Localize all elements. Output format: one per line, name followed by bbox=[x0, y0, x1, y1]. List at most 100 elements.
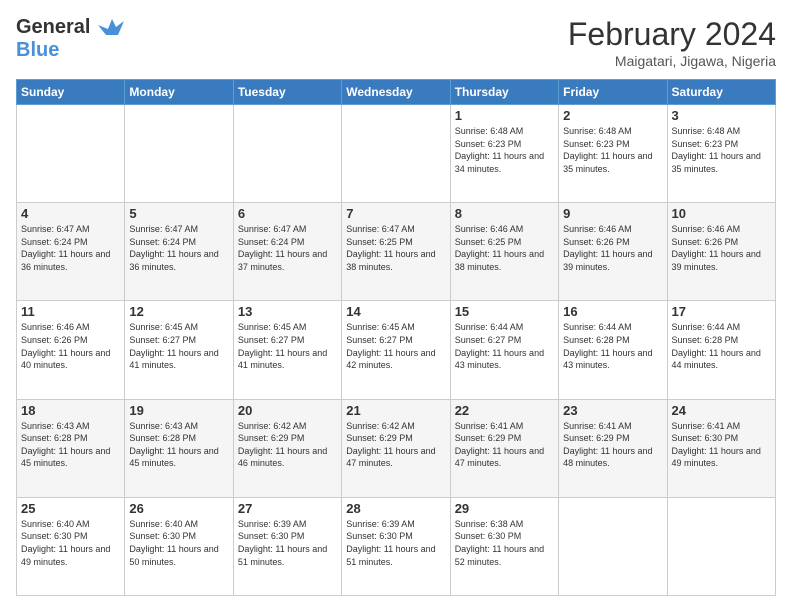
col-monday: Monday bbox=[125, 80, 233, 105]
table-row: 29Sunrise: 6:38 AM Sunset: 6:30 PM Dayli… bbox=[450, 497, 558, 595]
day-info: Sunrise: 6:41 AM Sunset: 6:29 PM Dayligh… bbox=[455, 420, 554, 470]
col-friday: Friday bbox=[559, 80, 667, 105]
table-row: 10 Sunrise: 6:46 AM Sunset: 6:26 PM Dayli… bbox=[667, 203, 775, 301]
day-number: 13 bbox=[238, 304, 337, 319]
day-info: Sunrise: 6:44 AM Sunset: 6:28 PM Dayligh… bbox=[672, 321, 771, 371]
table-row: 16 Sunrise: 6:44 AM Sunset: 6:28 PM Dayli… bbox=[559, 301, 667, 399]
calendar-week-row: 4 Sunrise: 6:47 AM Sunset: 6:24 PM Daylig… bbox=[17, 203, 776, 301]
logo: General Blue bbox=[16, 16, 124, 62]
col-wednesday: Wednesday bbox=[342, 80, 450, 105]
day-info: Sunrise: 6:48 AM Sunset: 6:23 PM Dayligh… bbox=[455, 125, 554, 175]
day-info: Sunrise: 6:43 AM Sunset: 6:28 PM Dayligh… bbox=[21, 420, 120, 470]
day-info: Sunrise: 6:45 AM Sunset: 6:27 PM Dayligh… bbox=[346, 321, 445, 371]
calendar-week-row: 18Sunrise: 6:43 AM Sunset: 6:28 PM Dayli… bbox=[17, 399, 776, 497]
day-number: 3 bbox=[672, 108, 771, 123]
calendar-week-row: 25 Sunrise: 6:40 AM Sunset: 6:30 PM Dayli… bbox=[17, 497, 776, 595]
col-saturday: Saturday bbox=[667, 80, 775, 105]
day-info: Sunrise: 6:39 AM Sunset: 6:30 PM Dayligh… bbox=[346, 518, 445, 568]
month-title: February 2024 bbox=[568, 16, 776, 53]
day-number: 17 bbox=[672, 304, 771, 319]
day-number: 21 bbox=[346, 403, 445, 418]
day-number: 7 bbox=[346, 206, 445, 221]
day-info: Sunrise: 6:41 AM Sunset: 6:29 PM Dayligh… bbox=[563, 420, 662, 470]
table-row: 24 Sunrise: 6:41 AM Sunset: 6:30 PM Dayli… bbox=[667, 399, 775, 497]
title-block: February 2024 Maigatari, Jigawa, Nigeria bbox=[568, 16, 776, 69]
calendar-week-row: 11 Sunrise: 6:46 AM Sunset: 6:26 PM Dayli… bbox=[17, 301, 776, 399]
day-number: 11 bbox=[21, 304, 120, 319]
day-info: Sunrise: 6:39 AM Sunset: 6:30 PM Dayligh… bbox=[238, 518, 337, 568]
table-row: 28Sunrise: 6:39 AM Sunset: 6:30 PM Dayli… bbox=[342, 497, 450, 595]
table-row bbox=[559, 497, 667, 595]
day-info: Sunrise: 6:48 AM Sunset: 6:23 PM Dayligh… bbox=[563, 125, 662, 175]
table-row bbox=[342, 105, 450, 203]
day-info: Sunrise: 6:46 AM Sunset: 6:26 PM Dayligh… bbox=[21, 321, 120, 371]
logo-line2: Blue bbox=[16, 39, 124, 62]
table-row: 13 Sunrise: 6:45 AM Sunset: 6:27 PM Dayli… bbox=[233, 301, 341, 399]
table-row: 6 Sunrise: 6:47 AM Sunset: 6:24 PM Daylig… bbox=[233, 203, 341, 301]
table-row: 26 Sunrise: 6:40 AM Sunset: 6:30 PM Dayli… bbox=[125, 497, 233, 595]
table-row: 8Sunrise: 6:46 AM Sunset: 6:25 PM Daylig… bbox=[450, 203, 558, 301]
table-row: 22 Sunrise: 6:41 AM Sunset: 6:29 PM Dayli… bbox=[450, 399, 558, 497]
day-info: Sunrise: 6:47 AM Sunset: 6:24 PM Dayligh… bbox=[238, 223, 337, 273]
calendar-table: Sunday Monday Tuesday Wednesday Thursday… bbox=[16, 79, 776, 596]
day-info: Sunrise: 6:48 AM Sunset: 6:23 PM Dayligh… bbox=[672, 125, 771, 175]
table-row: 7 Sunrise: 6:47 AM Sunset: 6:25 PM Daylig… bbox=[342, 203, 450, 301]
table-row bbox=[17, 105, 125, 203]
table-row bbox=[125, 105, 233, 203]
day-info: Sunrise: 6:47 AM Sunset: 6:24 PM Dayligh… bbox=[21, 223, 120, 273]
day-number: 2 bbox=[563, 108, 662, 123]
calendar-header-row: Sunday Monday Tuesday Wednesday Thursday… bbox=[17, 80, 776, 105]
day-number: 15 bbox=[455, 304, 554, 319]
day-info: Sunrise: 6:47 AM Sunset: 6:25 PM Dayligh… bbox=[346, 223, 445, 273]
day-info: Sunrise: 6:46 AM Sunset: 6:26 PM Dayligh… bbox=[563, 223, 662, 273]
day-number: 9 bbox=[563, 206, 662, 221]
day-info: Sunrise: 6:45 AM Sunset: 6:27 PM Dayligh… bbox=[129, 321, 228, 371]
day-info: Sunrise: 6:46 AM Sunset: 6:26 PM Dayligh… bbox=[672, 223, 771, 273]
page: General Blue February 2024 Maigatari, Ji… bbox=[0, 0, 792, 612]
day-number: 10 bbox=[672, 206, 771, 221]
table-row: 27 Sunrise: 6:39 AM Sunset: 6:30 PM Dayli… bbox=[233, 497, 341, 595]
calendar-week-row: 1Sunrise: 6:48 AM Sunset: 6:23 PM Daylig… bbox=[17, 105, 776, 203]
day-info: Sunrise: 6:44 AM Sunset: 6:28 PM Dayligh… bbox=[563, 321, 662, 371]
table-row: 25Sunrise: 6:40 AM Sunset: 6:30 PM Dayli… bbox=[17, 497, 125, 595]
header: General Blue February 2024 Maigatari, Ji… bbox=[16, 16, 776, 69]
day-info: Sunrise: 6:38 AM Sunset: 6:30 PM Dayligh… bbox=[455, 518, 554, 568]
day-number: 4 bbox=[21, 206, 120, 221]
table-row: 9 Sunrise: 6:46 AM Sunset: 6:26 PM Daylig… bbox=[559, 203, 667, 301]
table-row bbox=[667, 497, 775, 595]
col-thursday: Thursday bbox=[450, 80, 558, 105]
table-row: 5Sunrise: 6:47 AM Sunset: 6:24 PM Daylig… bbox=[125, 203, 233, 301]
day-number: 24 bbox=[672, 403, 771, 418]
day-number: 22 bbox=[455, 403, 554, 418]
table-row: 23Sunrise: 6:41 AM Sunset: 6:29 PM Dayli… bbox=[559, 399, 667, 497]
day-number: 8 bbox=[455, 206, 554, 221]
table-row: 19Sunrise: 6:43 AM Sunset: 6:28 PM Dayli… bbox=[125, 399, 233, 497]
day-info: Sunrise: 6:45 AM Sunset: 6:27 PM Dayligh… bbox=[238, 321, 337, 371]
day-number: 6 bbox=[238, 206, 337, 221]
logo-line1: General bbox=[16, 16, 90, 38]
day-number: 27 bbox=[238, 501, 337, 516]
table-row: 11 Sunrise: 6:46 AM Sunset: 6:26 PM Dayli… bbox=[17, 301, 125, 399]
day-number: 25 bbox=[21, 501, 120, 516]
table-row: 2 Sunrise: 6:48 AM Sunset: 6:23 PM Daylig… bbox=[559, 105, 667, 203]
table-row bbox=[233, 105, 341, 203]
day-number: 26 bbox=[129, 501, 228, 516]
day-number: 19 bbox=[129, 403, 228, 418]
day-info: Sunrise: 6:42 AM Sunset: 6:29 PM Dayligh… bbox=[238, 420, 337, 470]
day-number: 14 bbox=[346, 304, 445, 319]
day-info: Sunrise: 6:40 AM Sunset: 6:30 PM Dayligh… bbox=[129, 518, 228, 568]
table-row: 18Sunrise: 6:43 AM Sunset: 6:28 PM Dayli… bbox=[17, 399, 125, 497]
table-row: 14 Sunrise: 6:45 AM Sunset: 6:27 PM Dayli… bbox=[342, 301, 450, 399]
day-info: Sunrise: 6:42 AM Sunset: 6:29 PM Dayligh… bbox=[346, 420, 445, 470]
day-number: 5 bbox=[129, 206, 228, 221]
location: Maigatari, Jigawa, Nigeria bbox=[568, 53, 776, 69]
day-info: Sunrise: 6:41 AM Sunset: 6:30 PM Dayligh… bbox=[672, 420, 771, 470]
col-tuesday: Tuesday bbox=[233, 80, 341, 105]
table-row: 1Sunrise: 6:48 AM Sunset: 6:23 PM Daylig… bbox=[450, 105, 558, 203]
table-row: 20Sunrise: 6:42 AM Sunset: 6:29 PM Dayli… bbox=[233, 399, 341, 497]
table-row: 3 Sunrise: 6:48 AM Sunset: 6:23 PM Daylig… bbox=[667, 105, 775, 203]
day-number: 12 bbox=[129, 304, 228, 319]
day-number: 16 bbox=[563, 304, 662, 319]
table-row: 15Sunrise: 6:44 AM Sunset: 6:27 PM Dayli… bbox=[450, 301, 558, 399]
logo-bird-icon bbox=[98, 17, 124, 39]
